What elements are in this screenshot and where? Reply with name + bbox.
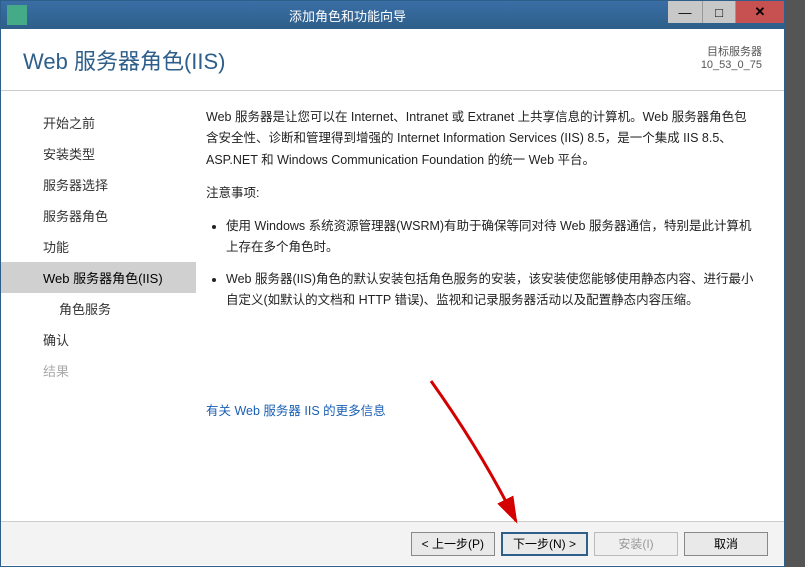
list-item: Web 服务器(IIS)角色的默认安装包括角色服务的安装，该安装使您能够使用静态… [226, 269, 758, 312]
destination-label: 目标服务器 [701, 43, 762, 59]
sidebar-item-before-begin[interactable]: 开始之前 [1, 107, 196, 138]
install-button: 安装(I) [594, 532, 678, 556]
wizard-window: 添加角色和功能向导 — □ ✕ Web 服务器角色(IIS) 目标服务器 10_… [0, 0, 785, 567]
cancel-button[interactable]: 取消 [684, 532, 768, 556]
window-controls: — □ ✕ [668, 1, 784, 29]
page-title: Web 服务器角色(IIS) [23, 44, 226, 76]
titlebar: 添加角色和功能向导 — □ ✕ [1, 1, 784, 29]
content-area: Web 服务器是让您可以在 Internet、Intranet 或 Extran… [196, 91, 784, 521]
sidebar-item-server-selection[interactable]: 服务器选择 [1, 169, 196, 200]
background-strip [785, 0, 805, 567]
window-title: 添加角色和功能向导 [27, 6, 668, 25]
sidebar: 开始之前 安装类型 服务器选择 服务器角色 功能 Web 服务器角色(IIS) … [1, 91, 196, 521]
notes-list: 使用 Windows 系统资源管理器(WSRM)有助于确保等同对待 Web 服务… [206, 216, 758, 311]
intro-text: Web 服务器是让您可以在 Internet、Intranet 或 Extran… [206, 107, 758, 171]
previous-button[interactable]: < 上一步(P) [411, 532, 495, 556]
sidebar-item-web-server-iis[interactable]: Web 服务器角色(IIS) [1, 262, 196, 293]
sidebar-item-role-services[interactable]: 角色服务 [1, 293, 196, 324]
destination-value: 10_53_0_75 [701, 59, 762, 71]
header: Web 服务器角色(IIS) 目标服务器 10_53_0_75 [1, 29, 784, 91]
minimize-button[interactable]: — [668, 1, 702, 23]
sidebar-item-install-type[interactable]: 安装类型 [1, 138, 196, 169]
sidebar-item-confirmation[interactable]: 确认 [1, 324, 196, 355]
destination-info: 目标服务器 10_53_0_75 [701, 43, 762, 71]
maximize-button[interactable]: □ [702, 1, 736, 23]
body: 开始之前 安装类型 服务器选择 服务器角色 功能 Web 服务器角色(IIS) … [1, 91, 784, 521]
more-info-link[interactable]: 有关 Web 服务器 IIS 的更多信息 [206, 401, 386, 422]
footer: < 上一步(P) 下一步(N) > 安装(I) 取消 [1, 521, 784, 565]
close-button[interactable]: ✕ [736, 1, 784, 23]
next-button[interactable]: 下一步(N) > [501, 532, 588, 556]
list-item: 使用 Windows 系统资源管理器(WSRM)有助于确保等同对待 Web 服务… [226, 216, 758, 259]
app-icon [7, 5, 27, 25]
sidebar-item-server-roles[interactable]: 服务器角色 [1, 200, 196, 231]
sidebar-item-results: 结果 [1, 355, 196, 386]
notes-heading: 注意事项: [206, 183, 758, 204]
sidebar-item-features[interactable]: 功能 [1, 231, 196, 262]
